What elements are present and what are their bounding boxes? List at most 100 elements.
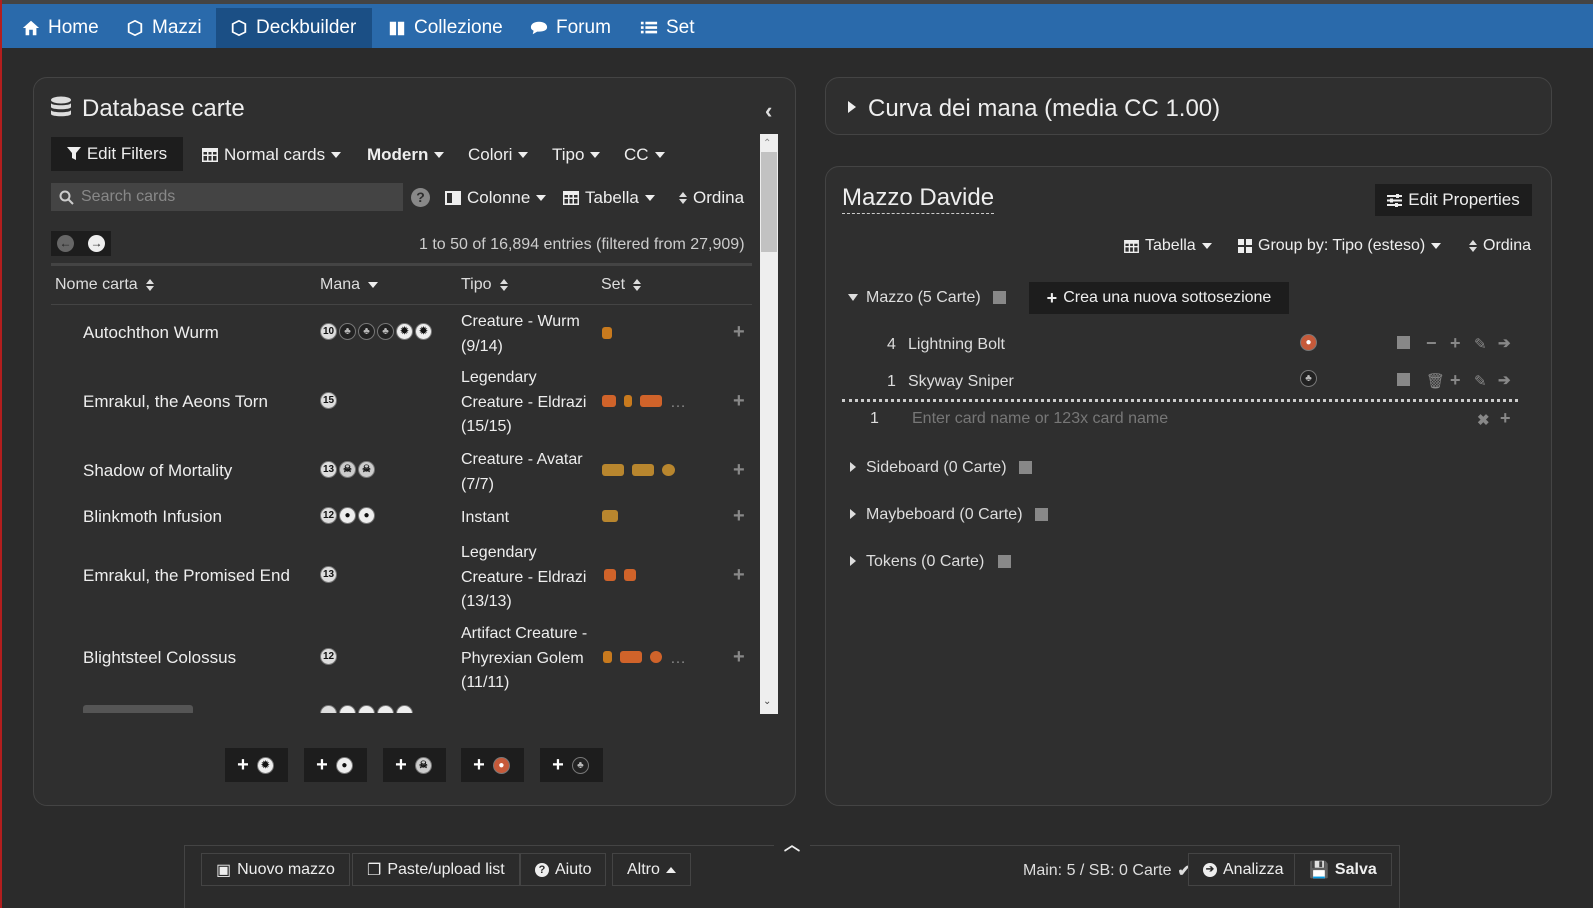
quick-add-red-button[interactable]: + ● <box>461 748 524 782</box>
format-dropdown[interactable]: Modern <box>367 145 445 165</box>
select-card-checkbox[interactable] <box>1397 373 1410 386</box>
group-by-dropdown[interactable]: Group by: Tipo (esteso) <box>1238 237 1442 255</box>
nav-deckbuilder[interactable]: Deckbuilder <box>216 8 372 48</box>
card-name-row-3[interactable]: Shadow of Mortality <box>83 461 232 481</box>
move-arrow-icon[interactable]: ➔ <box>1498 371 1511 389</box>
salva-button[interactable]: 💾 Salva <box>1294 853 1392 886</box>
plus-icon[interactable]: + <box>1450 333 1461 354</box>
set-symbol-icon <box>632 464 654 476</box>
card-name-row-5[interactable]: Emrakul, the Promised End <box>83 566 290 586</box>
next-page-icon[interactable]: → <box>88 235 105 252</box>
section-sideboard-label[interactable]: Sideboard (0 Carte) <box>866 459 1007 477</box>
card-name-row-6[interactable]: Blightsteel Colossus <box>83 648 236 668</box>
green-mana-icon: ♣ <box>339 323 356 340</box>
expand-caret-icon[interactable] <box>850 509 856 519</box>
trash-icon[interactable]: 🗑 <box>1426 372 1445 390</box>
nav-forum[interactable]: Forum <box>522 8 619 48</box>
collapse-chevron-icon[interactable]: ‹ <box>765 98 772 124</box>
search-input[interactable]: Search cards <box>51 183 403 211</box>
move-arrow-icon[interactable]: ➔ <box>1498 334 1511 352</box>
prev-page-icon[interactable]: ← <box>57 235 74 252</box>
altro-dropdown[interactable]: Altro <box>612 853 691 886</box>
scroll-up-icon[interactable]: ⌃ <box>763 138 771 149</box>
col-header-nome[interactable]: Nome carta <box>55 276 154 294</box>
deck-card-name[interactable]: Skyway Sniper <box>908 373 1014 391</box>
card-name-row-1[interactable]: Autochthon Wurm <box>83 323 219 343</box>
deck-title[interactable]: Mazzo Davide <box>842 184 995 214</box>
paste-upload-button[interactable]: ❐ Paste/upload list <box>352 853 520 886</box>
select-section-checkbox[interactable] <box>998 555 1011 568</box>
card-name-row-2[interactable]: Emrakul, the Aeons Torn <box>83 392 268 412</box>
collapse-caret-icon[interactable] <box>848 294 858 301</box>
save-icon: 💾 <box>1309 861 1329 879</box>
clear-icon[interactable]: ✖ <box>1477 411 1490 429</box>
black-mana-icon: ☠ <box>358 461 375 478</box>
plus-icon[interactable]: + <box>1450 370 1461 391</box>
edit-filters-button[interactable]: Edit Filters <box>51 137 183 171</box>
colonne-dropdown[interactable]: Colonne <box>445 188 547 208</box>
cc-dropdown[interactable]: CC <box>624 145 665 165</box>
expand-footer-icon[interactable]: ︿ <box>774 835 810 855</box>
mana-curve-title[interactable]: Curva dei mana (media CC 1.00) <box>868 95 1220 123</box>
expand-caret-icon[interactable] <box>850 462 856 472</box>
nuovo-mazzo-button[interactable]: ▣ Nuovo mazzo <box>201 853 350 886</box>
nav-set[interactable]: Set <box>632 8 703 48</box>
tabella-dropdown[interactable]: Tabella <box>563 188 655 208</box>
normal-cards-dropdown[interactable]: Normal cards <box>202 145 342 165</box>
add-card-icon[interactable]: + <box>733 390 745 413</box>
quick-add-green-button[interactable]: + ♣ <box>540 748 603 782</box>
col-header-mana[interactable]: Mana <box>320 276 379 294</box>
card-entry-input[interactable]: Enter card name or 123x card name <box>912 410 1168 428</box>
add-card-icon[interactable]: + <box>733 646 745 669</box>
add-entry-icon[interactable]: + <box>1500 408 1511 429</box>
quick-add-black-button[interactable]: + ☠ <box>383 748 446 782</box>
deck-ordina-button[interactable]: Ordina <box>1465 237 1531 255</box>
select-section-checkbox[interactable] <box>993 291 1006 304</box>
scrollbar-thumb[interactable] <box>761 152 777 252</box>
select-card-checkbox[interactable] <box>1397 336 1410 349</box>
deck-card-name[interactable]: Lightning Bolt <box>908 336 1005 354</box>
section-maybeboard-label[interactable]: Maybeboard (0 Carte) <box>866 506 1023 524</box>
table-scrollbar[interactable]: ⌃ ⌄ <box>760 134 778 714</box>
section-tokens-label[interactable]: Tokens (0 Carte) <box>866 553 984 571</box>
help-icon[interactable]: ? <box>411 188 430 207</box>
quick-add-blue-button[interactable]: + ● <box>304 748 367 782</box>
card-name-row-7[interactable] <box>83 705 193 713</box>
add-card-icon[interactable]: + <box>733 564 745 587</box>
analizza-button[interactable]: ➔ Analizza <box>1188 853 1299 886</box>
deck-tabella-dropdown[interactable]: Tabella <box>1124 237 1212 255</box>
section-main-label[interactable]: Mazzo (5 Carte) <box>866 289 981 307</box>
set-icons <box>602 509 626 527</box>
select-section-checkbox[interactable] <box>1019 461 1032 474</box>
card-qty[interactable]: 1 <box>887 373 896 391</box>
scroll-down-icon[interactable]: ⌄ <box>763 696 771 707</box>
box-icon <box>127 19 143 37</box>
expand-caret-icon[interactable] <box>848 101 856 113</box>
edit-properties-button[interactable]: Edit Properties <box>1375 184 1532 216</box>
card-qty[interactable]: 4 <box>887 336 896 354</box>
col-header-tipo[interactable]: Tipo <box>461 276 508 294</box>
entry-qty[interactable]: 1 <box>870 410 879 428</box>
edit-icon[interactable]: ✎ <box>1474 335 1487 353</box>
colori-dropdown[interactable]: Colori <box>468 145 529 165</box>
tipo-dropdown[interactable]: Tipo <box>552 145 601 165</box>
select-section-checkbox[interactable] <box>1035 508 1048 521</box>
add-card-icon[interactable]: + <box>733 505 745 528</box>
nav-mazzi[interactable]: Mazzi <box>118 8 210 48</box>
aiuto-button[interactable]: ? Aiuto <box>520 853 607 886</box>
quick-add-white-button[interactable]: + ✹ <box>225 748 288 782</box>
plus-icon: + <box>1046 287 1058 308</box>
edit-icon[interactable]: ✎ <box>1474 372 1487 390</box>
add-card-icon[interactable]: + <box>733 321 745 344</box>
expand-caret-icon[interactable] <box>850 556 856 566</box>
ordina-button[interactable]: Ordina <box>675 188 744 208</box>
add-card-icon[interactable]: + <box>733 459 745 482</box>
blue-mana-icon: ● <box>358 507 375 524</box>
nav-collezione[interactable]: Collezione <box>380 8 511 48</box>
card-name-row-4[interactable]: Blinkmoth Infusion <box>83 507 222 527</box>
book-icon <box>389 21 405 36</box>
nav-home[interactable]: Home <box>14 8 107 48</box>
new-subsection-button[interactable]: + Crea una nuova sottosezione <box>1029 282 1289 314</box>
minus-icon[interactable]: − <box>1426 333 1437 354</box>
col-header-set[interactable]: Set <box>601 276 642 294</box>
